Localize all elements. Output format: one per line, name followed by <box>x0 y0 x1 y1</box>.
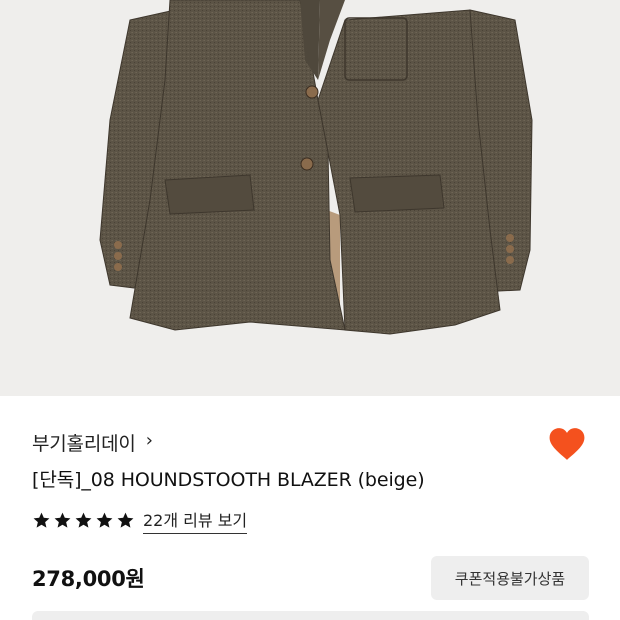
wishlist-button[interactable] <box>548 426 586 462</box>
brand-name: 부기홀리데이 <box>32 432 136 455</box>
product-image[interactable] <box>0 0 620 396</box>
chevron-right-icon: › <box>145 430 153 451</box>
star-icon <box>75 512 92 528</box>
heart-icon <box>549 428 585 460</box>
coupon-unavailable-button[interactable]: 쿠폰적용불가상품 <box>431 556 589 600</box>
brand-link[interactable]: 부기홀리데이 › <box>32 428 153 456</box>
star-icon <box>96 512 113 528</box>
blazer-image <box>99 0 533 335</box>
product-title: [단독]_08 HOUNDSTOOTH BLAZER (beige) <box>32 469 425 491</box>
rating-row: 22개 리뷰 보기 <box>32 507 248 534</box>
star-icon <box>54 512 71 528</box>
star-icon <box>117 512 134 528</box>
reviews-link[interactable]: 22개 리뷰 보기 <box>143 507 248 534</box>
star-rating <box>32 511 135 530</box>
product-price: 278,000원 <box>32 567 145 591</box>
option-select-bar[interactable] <box>32 611 589 620</box>
star-icon <box>33 512 50 528</box>
